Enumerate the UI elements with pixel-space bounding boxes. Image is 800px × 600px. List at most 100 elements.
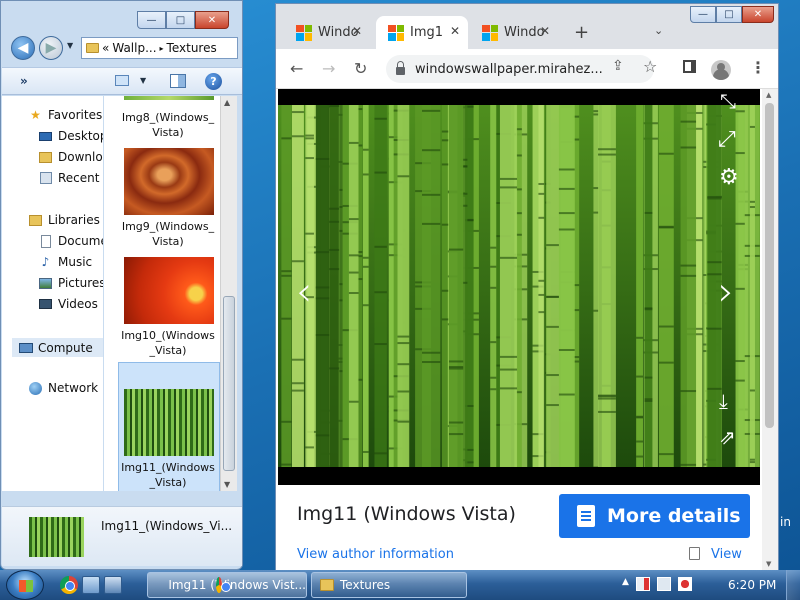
browser-toolbar: ← → ↻ windowswallpaper.mirahez... ⇪ ☆ ⋮ (276, 49, 778, 89)
more-menu-icon[interactable]: ⋮ (750, 58, 766, 77)
preview-pane-icon[interactable] (170, 74, 186, 88)
tab-windows-2[interactable]: Windo ✕ (470, 16, 558, 49)
file-thumbnail-img11[interactable] (124, 389, 214, 456)
bookmark-star-icon[interactable]: ☆ (643, 57, 657, 76)
close-button[interactable]: ✕ (195, 11, 229, 29)
toolbar-overflow-button[interactable]: » (20, 74, 28, 88)
back-button[interactable]: ◀ (11, 36, 35, 60)
network-status-icon[interactable] (656, 577, 671, 591)
change-view-icon[interactable] (115, 75, 129, 86)
videos-icon (38, 297, 53, 311)
nav-pictures[interactable]: Pictures (38, 276, 103, 290)
minimize-button[interactable]: — (690, 6, 716, 23)
collapse-icon[interactable]: ⤡ (720, 89, 736, 113)
side-panel-icon[interactable] (683, 60, 696, 73)
more-details-button[interactable]: More details (559, 494, 750, 538)
view-link[interactable]: View (711, 547, 742, 562)
file-thumbnail-img10[interactable] (124, 257, 214, 324)
taskbar-item-chrome[interactable]: Img11 (Windows Vist... (147, 572, 307, 598)
scroll-up-arrow-icon[interactable]: ▲ (224, 98, 230, 107)
lock-icon (396, 61, 405, 75)
scroll-down-arrow-icon[interactable]: ▼ (766, 560, 771, 568)
scrollbar-thumb[interactable] (223, 296, 235, 471)
scrollbar-thumb[interactable] (765, 103, 774, 428)
image-viewer: ⤡ ⤢ ⚙ ‹ › ⤓ ⇗ (278, 89, 760, 485)
url-text[interactable]: windowswallpaper.mirahez... (415, 62, 603, 77)
share-out-icon[interactable]: ⇗ (719, 425, 736, 449)
action-center-flag-icon[interactable] (635, 577, 650, 591)
file-label-img11[interactable]: Img11_(Windows _Vista) (116, 460, 220, 490)
volume-muted-icon[interactable] (677, 577, 692, 591)
file-thumbnail-img8[interactable] (124, 96, 214, 100)
nav-recent-places[interactable]: Recent P (38, 171, 103, 185)
scroll-down-arrow-icon[interactable]: ▼ (224, 480, 230, 489)
tab-search-dropdown-icon[interactable]: ⌄ (654, 24, 663, 37)
tab-img11[interactable]: Img1 ✕ (376, 16, 468, 49)
view-author-link[interactable]: View author information (297, 547, 454, 562)
download-icon[interactable]: ⤓ (719, 389, 728, 413)
show-hidden-icons-icon[interactable]: ▲ (622, 577, 629, 591)
nav-documents[interactable]: Docume (38, 234, 103, 248)
maximize-button[interactable]: □ (166, 11, 195, 29)
taskbar-item-label: Textures (340, 578, 391, 592)
new-tab-button[interactable]: + (574, 22, 589, 43)
forward-arrow-icon[interactable]: → (322, 59, 335, 78)
file-label-img10[interactable]: Img10_(Windows _Vista) (116, 328, 220, 358)
previous-image-arrow-icon[interactable]: ‹ (296, 269, 312, 315)
nav-network[interactable]: Network (28, 381, 98, 395)
nav-label: Pictures (58, 276, 103, 290)
chrome-pinned-icon[interactable] (60, 576, 78, 594)
scroll-up-arrow-icon[interactable]: ▲ (766, 91, 771, 99)
details-file-name: Img11_(Windows_Vi... (101, 519, 233, 533)
next-image-arrow-icon[interactable]: › (718, 269, 734, 315)
tab-close-icon[interactable]: ✕ (540, 24, 550, 38)
settings-gear-icon[interactable]: ⚙ (719, 165, 739, 190)
document-icon (577, 505, 595, 527)
nav-videos[interactable]: Videos (38, 297, 98, 311)
more-details-label: More details (607, 505, 741, 527)
help-icon[interactable]: ? (205, 73, 222, 90)
taskbar-item-textures[interactable]: Textures (311, 572, 467, 598)
nav-computer[interactable]: Compute (12, 338, 103, 357)
maximize-button[interactable]: □ (716, 6, 742, 23)
nav-libraries[interactable]: Libraries (28, 213, 100, 227)
file-label-img9[interactable]: Img9_(Windows_ Vista) (116, 219, 220, 249)
tab-close-icon[interactable]: ✕ (450, 24, 460, 38)
nav-favorites[interactable]: ★ Favorites (28, 108, 102, 122)
minimize-button[interactable]: — (137, 11, 166, 29)
file-thumbnail-img9[interactable] (124, 148, 214, 215)
profile-avatar-icon[interactable] (711, 60, 731, 80)
tab-close-icon[interactable]: ✕ (352, 24, 362, 38)
back-arrow-icon[interactable]: ← (290, 59, 303, 78)
nav-downloads[interactable]: Downlo (38, 150, 103, 164)
show-desktop-button[interactable] (786, 570, 800, 600)
view-page-icon[interactable] (689, 547, 700, 560)
fullscreen-expand-icon[interactable]: ⤢ (718, 127, 736, 152)
view-options-dropdown[interactable]: ▼ (140, 76, 146, 85)
breadcrumb-wallpapers[interactable]: Wallp... (112, 41, 156, 55)
file-label-img8[interactable]: Img8_(Windows_ Vista) (116, 110, 220, 140)
forward-button[interactable]: ▶ (39, 36, 63, 60)
address-overflow-chevron[interactable]: « (102, 41, 109, 55)
file-list-scrollbar[interactable]: ▲ ▼ (220, 96, 237, 491)
nav-label: Downlo (58, 150, 103, 164)
reload-icon[interactable]: ↻ (354, 59, 367, 78)
breadcrumb-textures[interactable]: Textures (167, 41, 217, 55)
recent-pages-dropdown[interactable]: ▼ (67, 41, 73, 50)
explorer-window-controls: — □ ✕ (137, 11, 229, 29)
pinned-app-icon[interactable] (104, 576, 122, 594)
forward-arrow-icon: ▶ (45, 40, 57, 56)
explorer-pinned-icon[interactable] (82, 576, 100, 594)
nav-music[interactable]: ♪ Music (38, 255, 93, 269)
page-scrollbar[interactable]: ▲ ▼ (762, 89, 778, 571)
tab-windows-1[interactable]: Windo ✕ (284, 16, 370, 49)
close-button[interactable]: ✕ (742, 6, 774, 23)
system-clock[interactable]: 6:20 PM (728, 578, 776, 592)
start-button[interactable] (6, 570, 44, 600)
bamboo-photo[interactable] (278, 105, 760, 467)
share-icon[interactable]: ⇪ (612, 58, 624, 74)
address-bar[interactable]: « Wallp... ▸ Textures (81, 37, 238, 59)
breadcrumb-separator[interactable]: ▸ (160, 44, 164, 53)
nav-label: Docume (58, 234, 103, 248)
nav-desktop[interactable]: Desktop (38, 129, 103, 143)
